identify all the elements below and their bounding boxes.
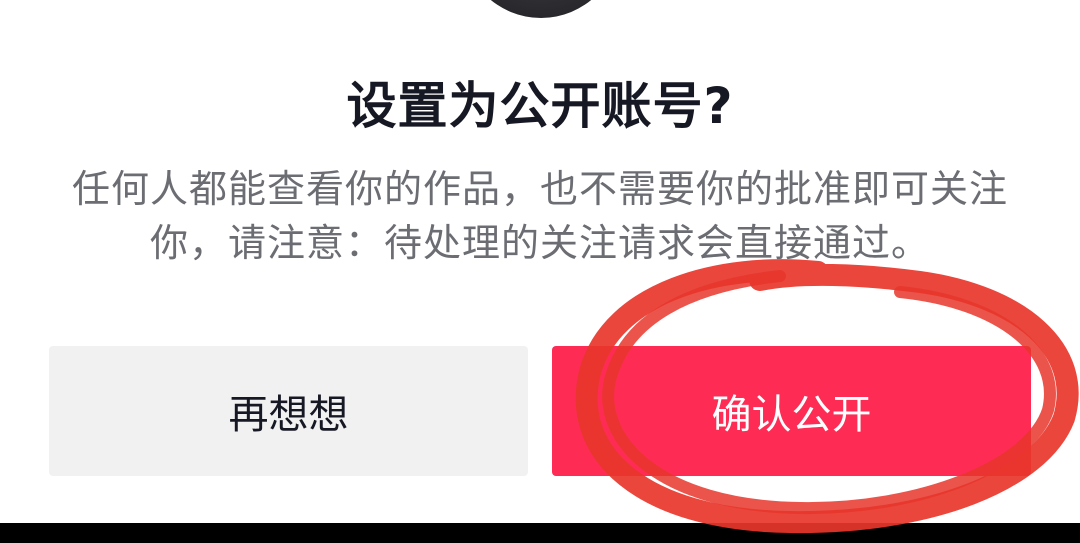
dialog-title: 设置为公开账号?: [346, 77, 734, 135]
avatar: [462, 0, 620, 18]
system-bar: [0, 523, 1080, 543]
confirm-public-button[interactable]: 确认公开: [552, 346, 1031, 476]
cancel-button[interactable]: 再想想: [49, 346, 528, 476]
privacy-dialog: 设置为公开账号? 任何人都能查看你的作品，也不需要你的批准即可关注你，请注意：待…: [0, 0, 1080, 523]
dialog-description: 任何人都能查看你的作品，也不需要你的批准即可关注你，请注意：待处理的关注请求会直…: [71, 167, 1008, 265]
